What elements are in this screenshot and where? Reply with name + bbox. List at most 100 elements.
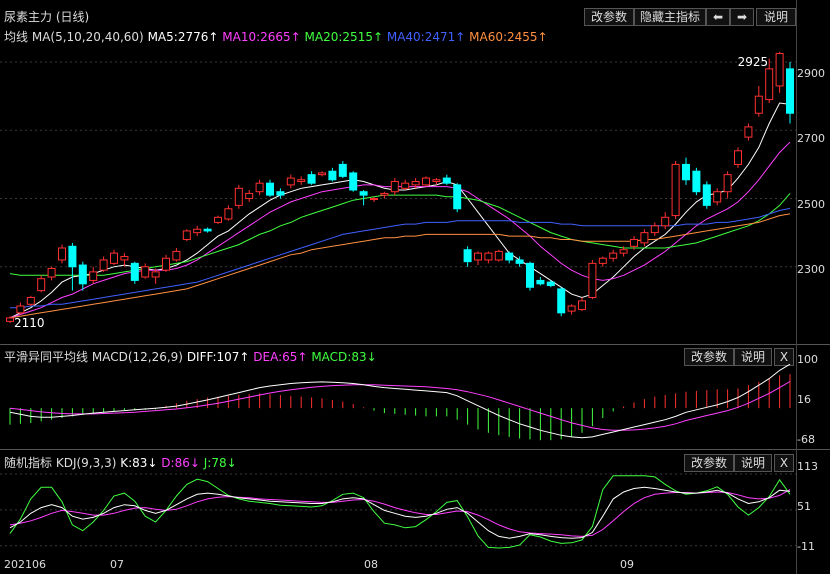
candle — [151, 271, 160, 278]
candle — [349, 172, 358, 191]
kdj-y-tick-mid: 51 — [797, 500, 811, 513]
kdj-y-tick-bottom: -11 — [797, 540, 815, 553]
candle — [276, 191, 285, 196]
candle — [286, 177, 295, 186]
candle — [214, 216, 222, 223]
y-tick-2900: 2900 — [797, 67, 825, 80]
main-pane: 尿素主力 (日线) 改参数 隐藏主指标 ⬅ ➡ 说明 均线 MA(5,10,20… — [0, 0, 830, 345]
candle — [640, 232, 649, 244]
candle — [68, 245, 77, 268]
candle — [515, 259, 524, 264]
j-line — [9, 475, 791, 549]
candle — [99, 259, 108, 271]
candle — [557, 288, 566, 314]
candle — [110, 252, 118, 264]
candle — [307, 174, 316, 184]
candle — [203, 228, 212, 232]
y-tick-2300: 2300 — [797, 263, 825, 276]
candle — [474, 252, 482, 261]
x-axis: 202106 07 08 09 — [0, 556, 830, 574]
candle — [380, 192, 389, 196]
candle — [682, 163, 690, 181]
candle — [16, 305, 25, 314]
candle — [162, 257, 170, 271]
macd-y-tick-top: 100 — [797, 353, 818, 366]
candle — [661, 216, 670, 227]
candle — [453, 184, 462, 210]
macd-y-tick-mid: 16 — [797, 393, 811, 406]
candle — [754, 95, 763, 114]
candle — [328, 170, 337, 181]
candle — [297, 179, 306, 182]
candle — [702, 184, 711, 206]
candle — [786, 68, 794, 114]
candle — [692, 170, 701, 193]
candle — [234, 187, 243, 206]
candle — [193, 228, 202, 234]
candle — [78, 264, 87, 285]
candle — [744, 126, 753, 138]
candle — [578, 300, 586, 310]
x-label-07: 07 — [110, 558, 124, 571]
y-tick-2500: 2500 — [797, 198, 825, 211]
candlestick-chart[interactable]: 2925 2110 — [0, 0, 796, 344]
candle — [37, 278, 46, 292]
x-label-202106: 202106 — [4, 558, 46, 571]
candle — [442, 177, 451, 184]
y-tick-2700: 2700 — [797, 132, 825, 145]
kdj-chart[interactable] — [0, 450, 796, 556]
candle — [47, 267, 56, 278]
candle — [567, 305, 576, 312]
candle — [609, 252, 618, 259]
d-line — [9, 489, 791, 537]
candle — [390, 180, 399, 193]
macd-y-tick-bottom: -68 — [797, 433, 815, 446]
chart-window: { "header":{"title":"尿素主力 (日线)","buttons… — [0, 0, 830, 574]
candle — [411, 180, 420, 186]
high-annotation: 2925 — [738, 55, 769, 69]
candle — [370, 198, 378, 201]
candle — [463, 249, 472, 263]
candle — [765, 68, 774, 101]
candle — [526, 262, 534, 288]
candle — [422, 177, 430, 186]
dif-line — [9, 363, 791, 439]
candle — [432, 179, 441, 182]
candle — [120, 256, 129, 261]
candle — [536, 279, 545, 285]
kdj-pane: 随机指标 KDJ(9,3,3) K:83↓ D:86↓ J:78↓ 改参数 说明… — [0, 450, 830, 556]
candle — [734, 150, 742, 165]
candle — [505, 252, 514, 261]
kdj-y-tick-top: 113 — [797, 460, 818, 473]
candle — [26, 296, 35, 305]
candle — [401, 182, 410, 189]
candle — [172, 250, 181, 261]
candle — [619, 249, 628, 254]
axis-separator — [796, 0, 797, 574]
candle — [494, 250, 503, 261]
candle — [338, 163, 347, 177]
candle — [266, 182, 274, 196]
candle — [141, 266, 150, 278]
candle — [598, 257, 607, 264]
candle — [130, 262, 139, 281]
candle — [255, 182, 264, 193]
candle — [359, 191, 368, 196]
candle — [89, 271, 98, 281]
candle — [723, 174, 732, 193]
candle — [630, 238, 638, 247]
candle — [775, 53, 784, 87]
candle — [6, 317, 14, 322]
low-annotation: 2110 — [14, 316, 45, 330]
candle — [546, 281, 555, 287]
candle — [671, 163, 680, 217]
macd-pane: 平滑异同平均线 MACD(12,26,9) DIFF:107↑ DEA:65↑ … — [0, 345, 830, 450]
candle — [224, 208, 233, 220]
candle — [713, 191, 722, 203]
candle — [58, 247, 66, 261]
candle — [650, 225, 659, 234]
candle — [245, 192, 254, 200]
macd-chart[interactable] — [0, 345, 796, 449]
candle — [182, 230, 191, 240]
candle — [318, 172, 326, 176]
